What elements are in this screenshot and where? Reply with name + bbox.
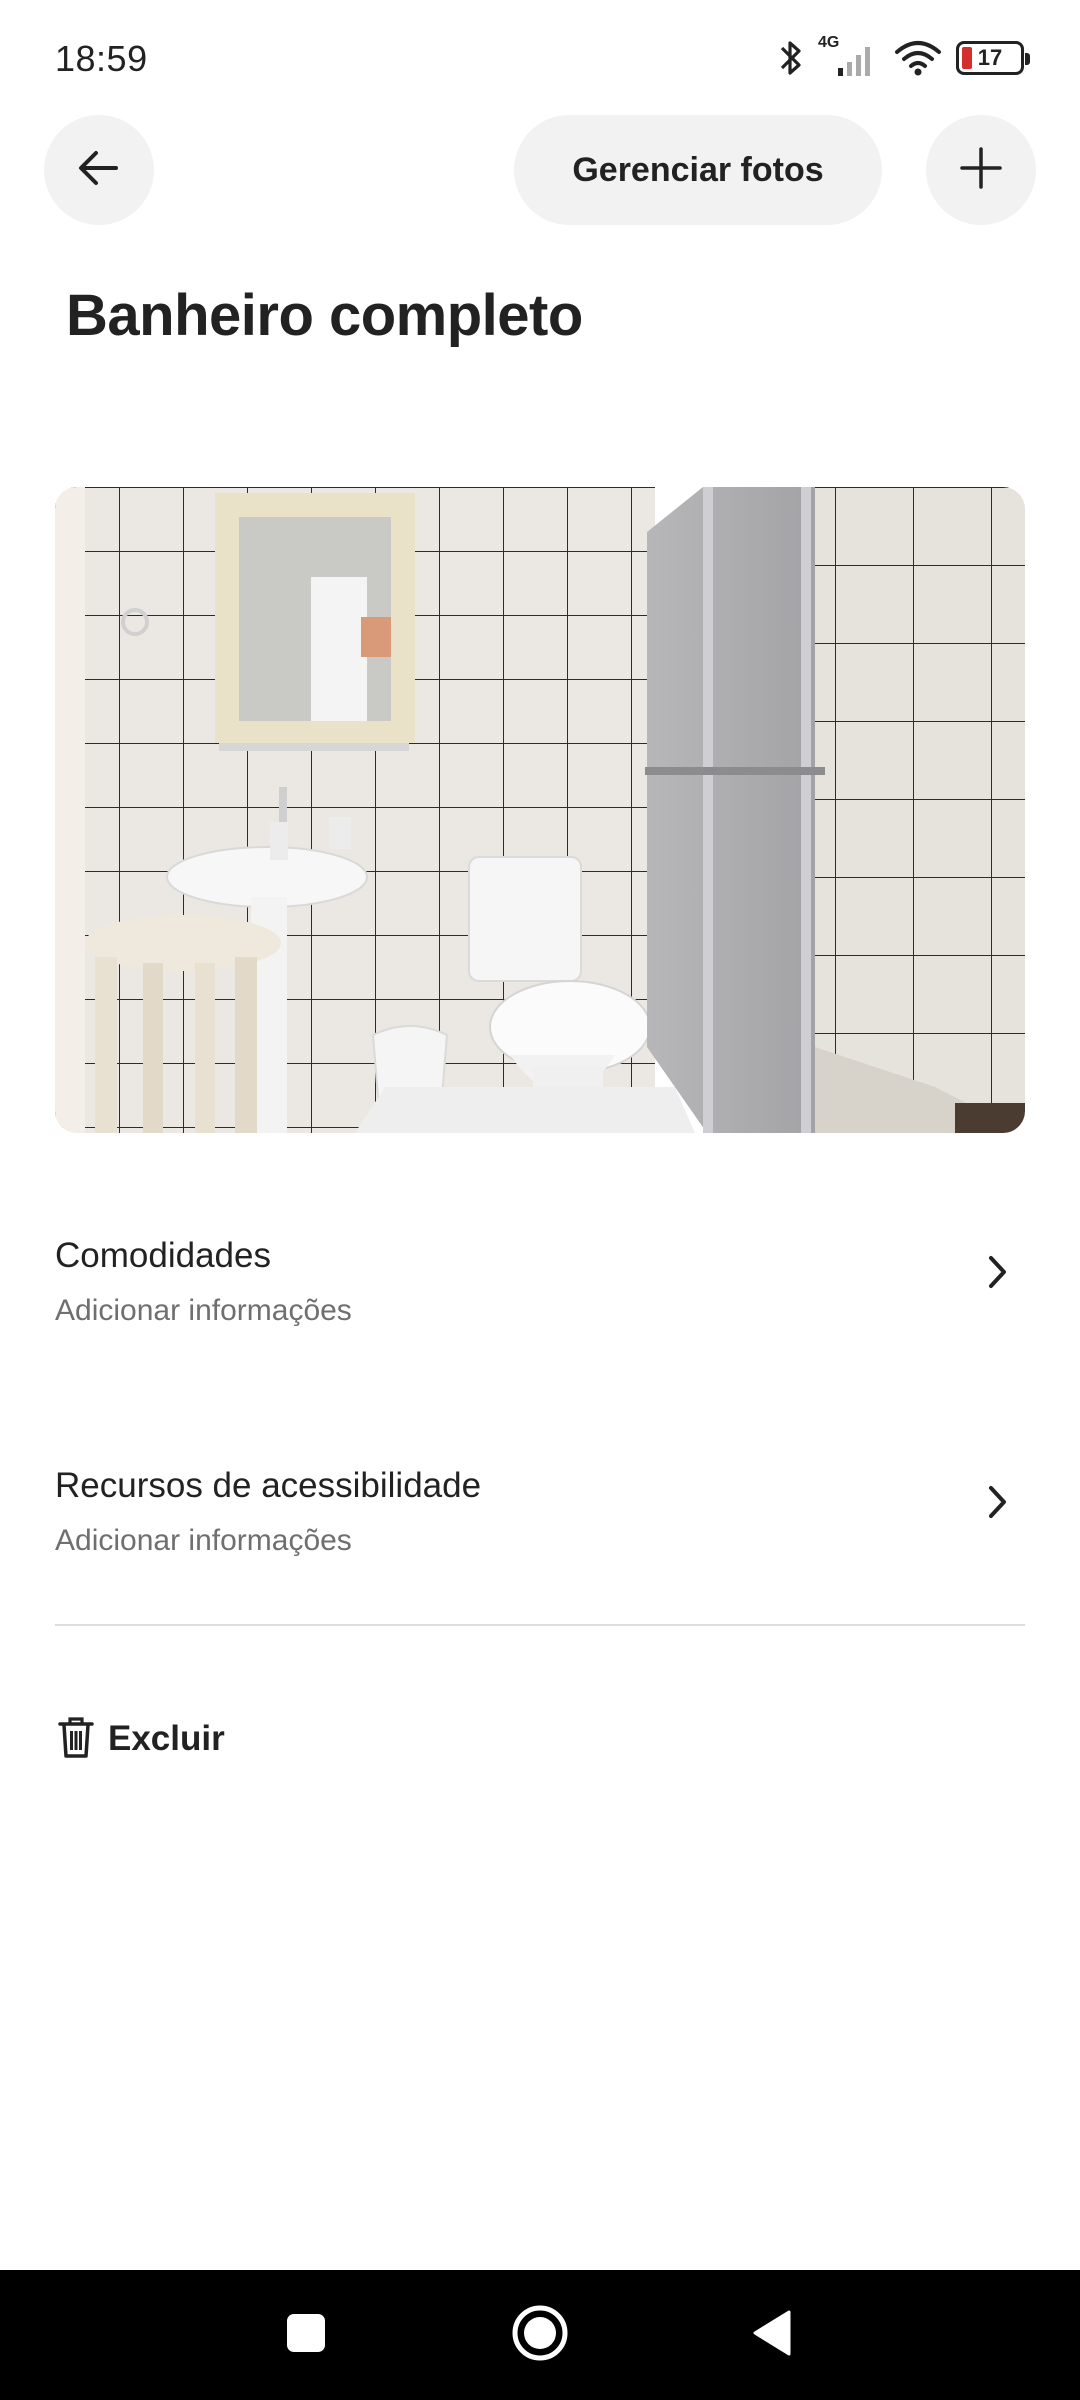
amenities-row[interactable]: Comodidades Adicionar informações	[55, 1236, 1025, 1386]
plus-icon	[959, 146, 1003, 195]
accessibility-subtitle: Adicionar informações	[55, 1524, 352, 1557]
status-icons: 4G 17	[778, 34, 1030, 80]
wifi-icon	[894, 38, 942, 78]
amenities-subtitle: Adicionar informações	[55, 1294, 352, 1327]
add-button[interactable]	[926, 115, 1036, 225]
recent-apps-icon	[286, 2313, 326, 2358]
chevron-right-icon	[987, 1484, 1009, 1525]
status-bar: 18:59 4G 17	[0, 0, 1080, 110]
bluetooth-icon	[778, 38, 804, 78]
chevron-right-icon	[987, 1254, 1009, 1295]
battery-icon: 17	[956, 41, 1030, 75]
signal-icon: 4G	[818, 34, 880, 78]
amenities-title: Comodidades	[55, 1236, 271, 1275]
home-button[interactable]	[500, 2300, 580, 2370]
trash-icon	[58, 1716, 94, 1763]
home-icon	[510, 2303, 570, 2368]
accessibility-title: Recursos de acessibilidade	[55, 1466, 482, 1505]
status-time: 18:59	[55, 38, 148, 79]
back-button[interactable]	[44, 115, 154, 225]
recent-apps-button[interactable]	[266, 2300, 346, 2370]
back-triangle-icon	[751, 2309, 793, 2362]
bathroom-photo[interactable]	[55, 487, 1025, 1133]
delete-button[interactable]: Excluir	[58, 1714, 225, 1764]
arrow-left-icon	[76, 148, 122, 193]
manage-photos-button[interactable]: Gerenciar fotos	[514, 115, 882, 225]
system-nav-bar	[0, 2270, 1080, 2400]
battery-level: 17	[977, 45, 1003, 70]
system-back-button[interactable]	[732, 2300, 812, 2370]
screen: 18:59 4G 17 Gerenciar fotos Banheiro com…	[0, 0, 1080, 2400]
divider	[55, 1624, 1025, 1626]
page-title: Banheiro completo	[66, 283, 583, 348]
delete-label: Excluir	[108, 1719, 225, 1758]
accessibility-row[interactable]: Recursos de acessibilidade Adicionar inf…	[55, 1466, 1025, 1616]
